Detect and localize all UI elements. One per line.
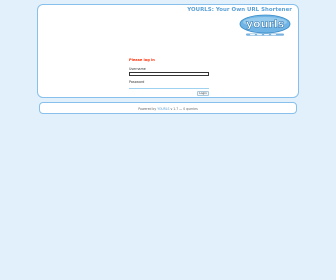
login-form: Please log in Username Password Login [129,58,211,96]
logo-wordmark: yourls [246,18,285,31]
footer: Powered by YOURLS v 1.7 — 0 queries [39,102,297,114]
yourls-logo[interactable]: yourls [238,14,292,38]
username-input[interactable] [129,72,209,76]
footer-yourls-link[interactable]: YOURLS [157,107,169,111]
footer-prefix: Powered by [138,106,157,111]
footer-text: Powered by YOURLS v 1.7 — 0 queries [40,107,296,111]
username-label: Username [129,67,146,71]
login-error-message: Please log in [129,58,155,62]
site-tagline: YOURLS: Your Own URL Shortener [187,7,292,13]
login-button[interactable]: Login [197,91,209,96]
footer-version: v 1.7 — 0 queries [170,106,198,111]
password-label: Password [129,80,145,84]
password-input[interactable] [129,85,209,89]
main-container: YOURLS: Your Own URL Shortener yourls Pl… [37,4,299,98]
